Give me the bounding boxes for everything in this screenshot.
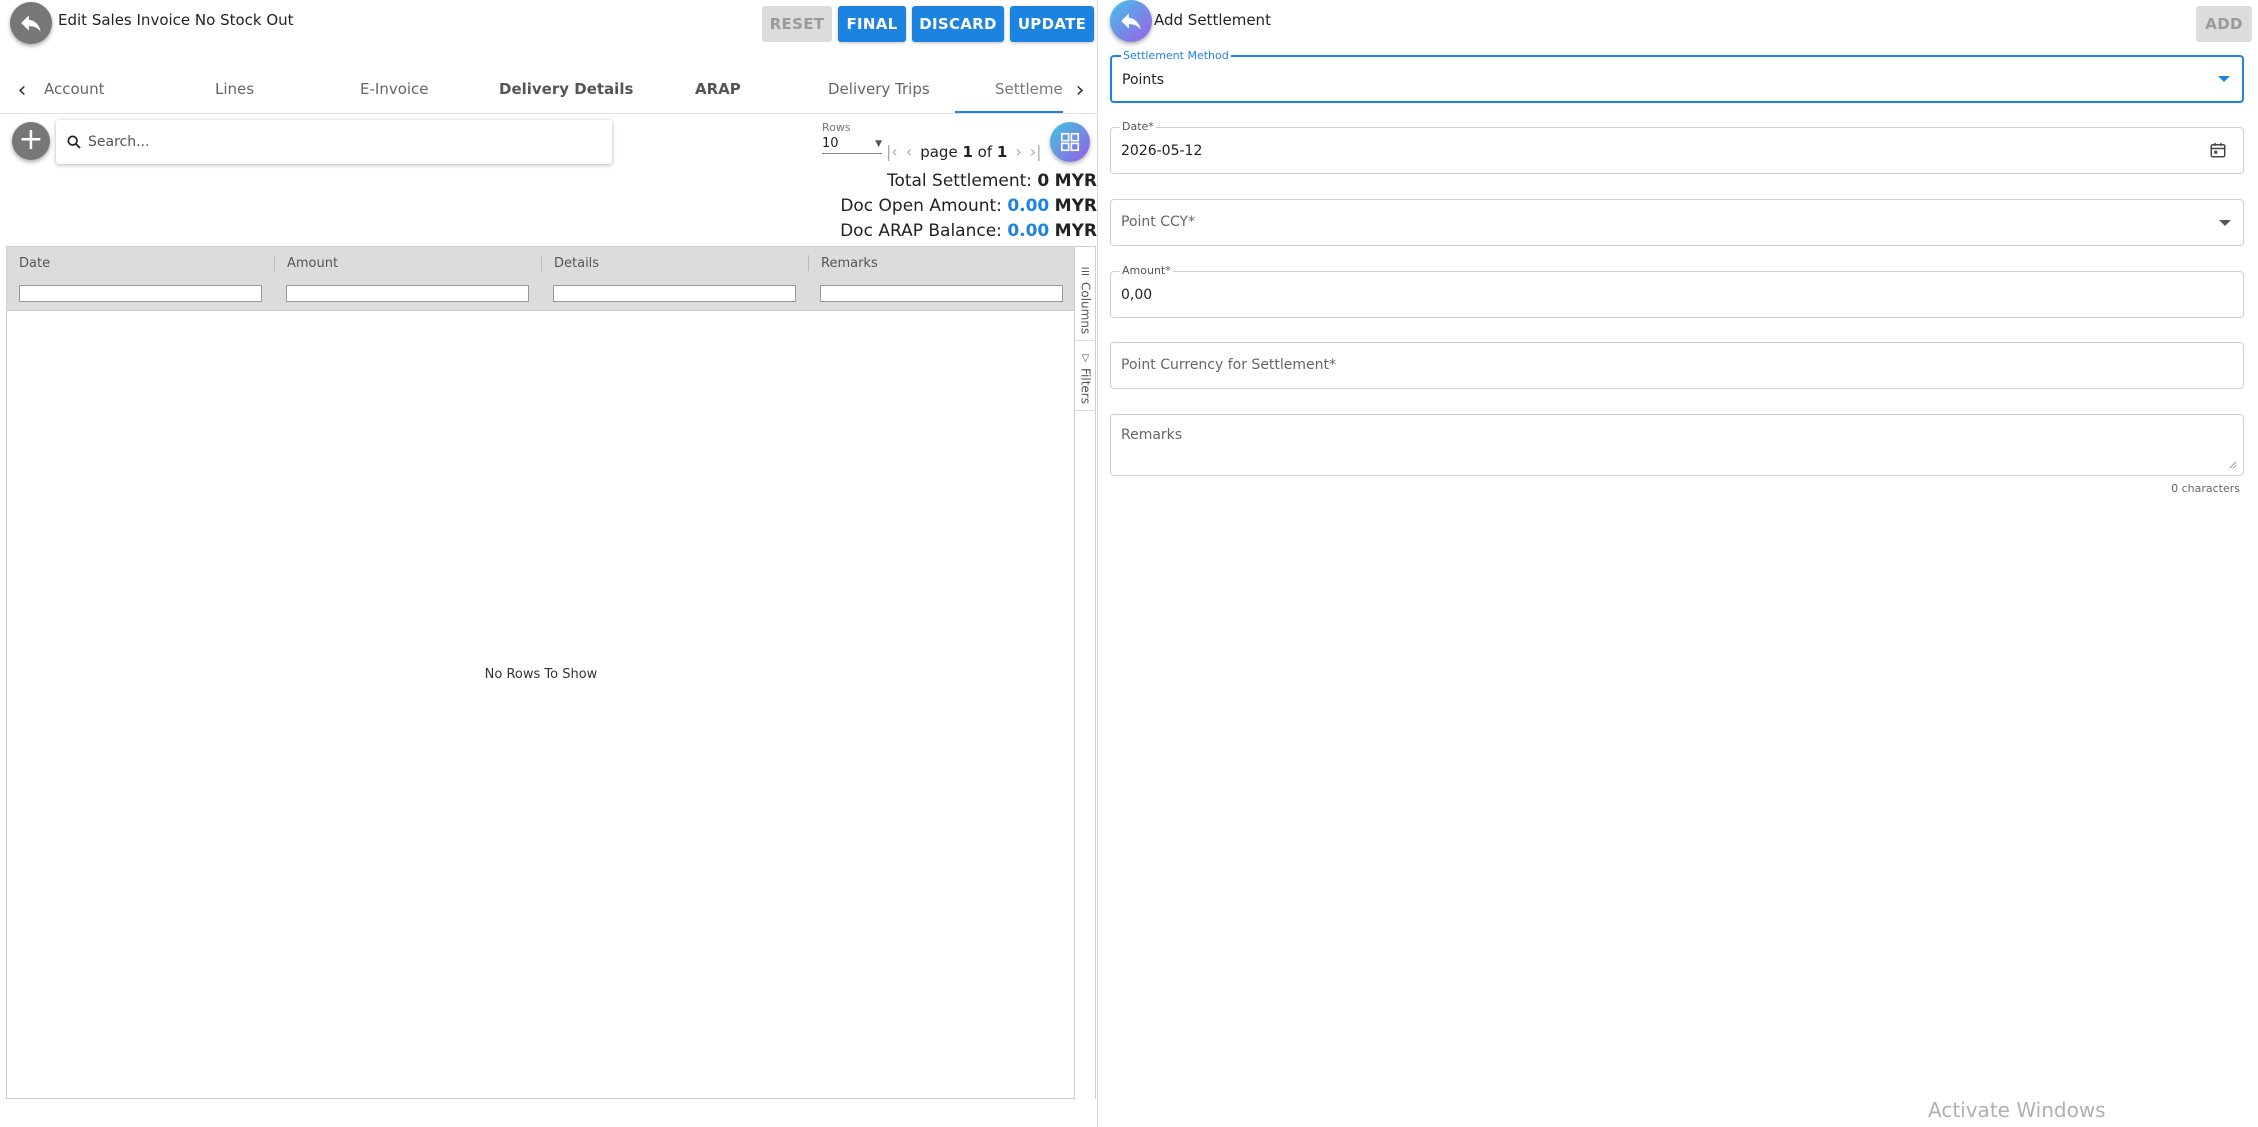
- column-separator[interactable]: [541, 255, 542, 271]
- add-settlement-panel: Add Settlement ADD Settlement Method Poi…: [1098, 0, 2258, 1127]
- column-header-date[interactable]: Date: [19, 256, 50, 271]
- doc-arap-balance-label: Doc ARAP Balance:: [840, 221, 1002, 241]
- grid-view-icon: [1060, 132, 1080, 152]
- tab-e-invoice[interactable]: E-Invoice: [360, 80, 429, 98]
- rows-per-page-select[interactable]: Rows 10 ▼: [822, 121, 882, 154]
- active-tab-indicator: [955, 111, 1063, 113]
- column-header-details[interactable]: Details: [554, 256, 599, 271]
- last-page-icon[interactable]: ›|: [1030, 142, 1042, 161]
- grid-header: Date Amount Details Remarks: [7, 247, 1075, 311]
- remarks-placeholder: Remarks: [1121, 427, 1183, 443]
- tab-account[interactable]: Account: [44, 80, 105, 98]
- point-currency-placeholder: Point Currency for Settlement*: [1121, 357, 1337, 373]
- filter-amount-input[interactable]: [286, 285, 529, 302]
- total-settlement-value: 0: [1037, 171, 1050, 191]
- doc-arap-balance-value: 0.00: [1007, 221, 1050, 241]
- settlement-grid: Date Amount Details Remarks ☰ Columns ▽ …: [6, 246, 1096, 1100]
- final-button[interactable]: FINAL: [838, 6, 906, 42]
- back-arrow-icon: [1121, 13, 1141, 30]
- column-separator[interactable]: [274, 255, 275, 271]
- settlement-method-value: Points: [1122, 72, 1165, 88]
- doc-open-amount-label: Doc Open Amount:: [840, 196, 1002, 216]
- search-box: [56, 120, 612, 164]
- amount-value: 0,00: [1121, 287, 1153, 303]
- of-word: of: [977, 142, 993, 161]
- pagination: |‹ ‹ page 1 of 1 › ›|: [886, 142, 1042, 161]
- dropdown-caret-icon: [2219, 220, 2231, 226]
- tab-settlement-clip: Settlemen: [985, 68, 1063, 112]
- tab-arap[interactable]: ARAP: [695, 80, 741, 98]
- doc-arap-balance-row: Doc ARAP Balance: 0.00 MYR: [497, 221, 1097, 241]
- next-page-icon[interactable]: ›: [1015, 142, 1021, 161]
- point-ccy-select[interactable]: Point CCY*: [1110, 199, 2244, 246]
- page-word: page: [920, 142, 958, 161]
- page-title: Edit Sales Invoice No Stock Out: [58, 11, 294, 29]
- tab-delivery-trips[interactable]: Delivery Trips: [828, 80, 930, 98]
- filters-side-tab-label: Filters: [1078, 368, 1093, 404]
- back-button[interactable]: [10, 2, 52, 44]
- filter-icon: ▽: [1081, 353, 1090, 364]
- rows-value: 10: [822, 136, 839, 151]
- filters-side-tab[interactable]: ▽ Filters: [1075, 353, 1096, 411]
- search-icon: [67, 135, 81, 149]
- amount-field[interactable]: Amount* 0,00: [1110, 264, 2244, 318]
- dropdown-caret-icon: [2218, 76, 2230, 82]
- doc-open-amount-value: 0.00: [1007, 196, 1050, 216]
- grid-view-button[interactable]: [1050, 122, 1090, 162]
- date-value: 2026-05-12: [1121, 143, 1203, 159]
- settlement-method-select[interactable]: Settlement Method Points: [1110, 49, 2244, 103]
- reset-button[interactable]: RESET: [762, 6, 832, 42]
- tab-bar: ‹ Account Lines E-Invoice Delivery Detai…: [0, 68, 1098, 114]
- no-rows-message: No Rows To Show: [484, 667, 598, 682]
- settlement-back-button[interactable]: [1110, 0, 1152, 42]
- total-settlement-row: Total Settlement: 0 MYR: [497, 171, 1097, 191]
- tab-settlement[interactable]: Settlemen: [995, 80, 1063, 98]
- calendar-icon[interactable]: [2209, 141, 2227, 159]
- rows-label: Rows: [822, 121, 851, 134]
- settlement-title: Add Settlement: [1154, 11, 1271, 29]
- add-button[interactable]: ADD: [2196, 6, 2252, 42]
- tab-delivery-details[interactable]: Delivery Details: [499, 80, 633, 98]
- activate-windows-watermark: Activate Windows: [1928, 1098, 2106, 1122]
- search-input[interactable]: [88, 134, 588, 150]
- amount-label: Amount*: [1120, 264, 1173, 277]
- column-separator[interactable]: [808, 255, 809, 271]
- prev-page-icon[interactable]: ‹: [906, 142, 912, 161]
- columns-icon: ☰: [1081, 267, 1090, 278]
- point-ccy-placeholder: Point CCY*: [1121, 214, 1196, 230]
- resize-handle-icon[interactable]: [2228, 460, 2237, 469]
- date-label: Date*: [1120, 120, 1156, 133]
- grid-side-bar: ☰ Columns ▽ Filters: [1074, 247, 1096, 1100]
- doc-open-amount-row: Doc Open Amount: 0.00 MYR: [497, 196, 1097, 216]
- back-arrow-icon: [21, 15, 41, 32]
- date-field[interactable]: Date* 2026-05-12: [1110, 120, 2244, 174]
- column-header-amount[interactable]: Amount: [287, 256, 338, 271]
- filter-date-input[interactable]: [19, 285, 262, 302]
- current-page: 1: [962, 142, 973, 161]
- point-currency-field[interactable]: Point Currency for Settlement*: [1110, 342, 2244, 389]
- doc-open-amount-currency: MYR: [1054, 196, 1097, 216]
- remarks-character-count: 0 characters: [2171, 482, 2240, 495]
- tab-scroll-right-icon[interactable]: ›: [1068, 78, 1092, 103]
- first-page-icon[interactable]: |‹: [886, 142, 898, 161]
- total-settlement-currency: MYR: [1054, 171, 1097, 191]
- plus-icon: +: [18, 121, 44, 157]
- settlement-method-label: Settlement Method: [1121, 49, 1231, 62]
- remarks-textarea[interactable]: Remarks: [1110, 414, 2244, 476]
- filter-details-input[interactable]: [553, 285, 796, 302]
- total-settlement-label: Total Settlement:: [886, 171, 1033, 191]
- doc-arap-balance-currency: MYR: [1054, 221, 1097, 241]
- columns-side-tab[interactable]: ☰ Columns: [1075, 267, 1096, 342]
- column-header-remarks[interactable]: Remarks: [821, 256, 878, 271]
- columns-side-tab-label: Columns: [1078, 282, 1093, 335]
- caret-down-icon: ▼: [875, 138, 882, 149]
- tab-scroll-left-icon[interactable]: ‹: [10, 78, 34, 103]
- update-button[interactable]: UPDATE: [1010, 6, 1094, 42]
- total-pages: 1: [996, 142, 1008, 161]
- tab-lines[interactable]: Lines: [215, 80, 254, 98]
- discard-button[interactable]: DISCARD: [912, 6, 1004, 42]
- edit-invoice-panel: Edit Sales Invoice No Stock Out RESET FI…: [0, 0, 1098, 1127]
- add-settlement-button[interactable]: +: [12, 122, 50, 160]
- filter-remarks-input[interactable]: [820, 285, 1063, 302]
